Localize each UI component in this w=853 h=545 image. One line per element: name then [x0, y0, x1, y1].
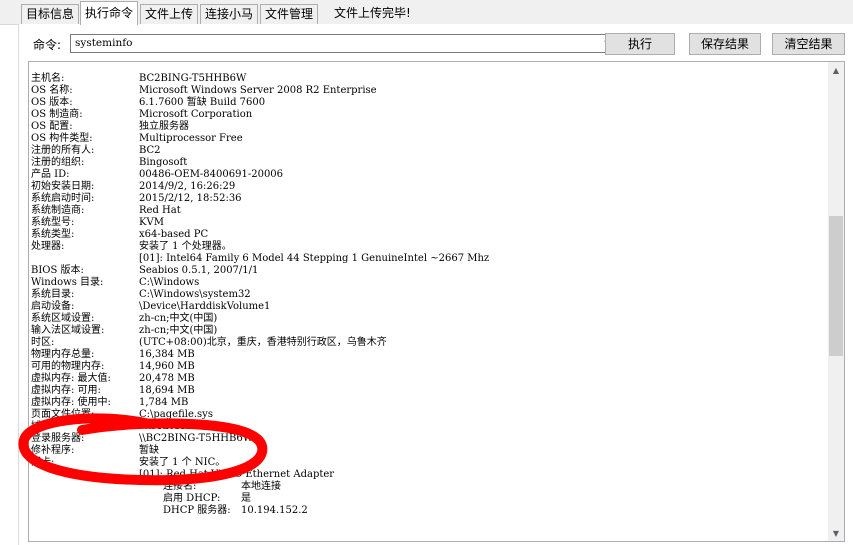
output-value: 10.194.152.2: [241, 505, 308, 516]
output-value: BC2: [139, 145, 161, 156]
output-key: 主机名:: [31, 73, 65, 84]
output-textarea[interactable]: 主机名: BC2BING-T5HHB6W OS 名称: Microsoft Windo…: [28, 61, 845, 542]
scroll-down-arrow-icon[interactable]: ▼: [828, 525, 844, 541]
output-value: 暂缺: [139, 445, 159, 456]
command-panel: 命令: systeminfo ▼ 执行 保存结果 清空结果 主机名: BC2BIN…: [18, 24, 853, 545]
output-value: 16,384 MB: [139, 349, 195, 360]
output-value: C:\Windows\system32: [139, 289, 251, 300]
output-key: 域:: [31, 421, 45, 432]
output-key: 虚拟内存: 可用:: [31, 385, 101, 396]
output-value: (UTC+08:00)北京，重庆，香港特别行政区，乌鲁木齐: [139, 337, 387, 348]
output-value: 6.1.7600 暂缺 Build 7600: [139, 97, 266, 108]
command-input[interactable]: systeminfo ▼: [70, 34, 616, 53]
output-key: OS 配置:: [31, 121, 73, 132]
tab-strip: 目标信息 执行命令 文件上传 连接小马 文件管理 文件上传完毕!: [0, 0, 853, 25]
output-value: [01]: Intel64 Family 6 Model 44 Stepping…: [139, 253, 490, 264]
output-key: 可用的物理内存:: [31, 361, 105, 372]
output-key: 系统型号:: [31, 217, 75, 228]
output-value: BC2BING-T5HHB6W: [139, 73, 247, 84]
output-key: 系统目录:: [31, 289, 75, 300]
output-key: 物理内存总量:: [31, 349, 95, 360]
output-key: 处理器:: [31, 241, 65, 252]
output-key: 时区:: [31, 337, 55, 348]
output-key: OS 名称:: [31, 85, 73, 96]
output-value: zh-cn;中文(中国): [139, 313, 218, 324]
tab-connect-shell[interactable]: 连接小马: [200, 4, 259, 24]
output-key: 初始安装日期:: [31, 181, 95, 192]
output-key: OS 版本:: [31, 97, 73, 108]
output-value: 18,694 MB: [139, 385, 195, 396]
execute-button[interactable]: 执行: [605, 33, 675, 55]
output-key: 系统制造商:: [31, 205, 85, 216]
scroll-thumb[interactable]: [829, 216, 843, 356]
vertical-scrollbar[interactable]: ▲ ▼: [828, 62, 844, 541]
output-value: 14,960 MB: [139, 361, 195, 372]
output-key: BIOS 版本:: [31, 265, 84, 276]
tab-file-upload[interactable]: 文件上传: [140, 4, 199, 24]
output-value: C:\pagefile.sys: [139, 409, 213, 420]
output-value: C:\Windows: [139, 277, 200, 288]
output-key: 页面文件位置:: [31, 409, 95, 420]
save-result-button[interactable]: 保存结果: [689, 33, 761, 55]
app-window: 目标信息 执行命令 文件上传 连接小马 文件管理 文件上传完毕! 命令: sys…: [0, 0, 853, 545]
output-key: 系统类型:: [31, 229, 75, 240]
output-value: 20,478 MB: [139, 373, 195, 384]
output-value: WORKGROUP: [139, 421, 212, 432]
output-key: 虚拟内存: 使用中:: [31, 397, 111, 408]
output-value: Multiprocessor Free: [139, 133, 243, 144]
output-key: 网卡:: [31, 457, 55, 468]
output-key: OS 构件类型:: [31, 133, 93, 144]
output-value: 安装了 1 个 NIC。: [139, 457, 226, 468]
tab-execute-command[interactable]: 执行命令: [80, 1, 139, 25]
output-key: 输入法区域设置:: [31, 325, 105, 336]
output-value: 2014/9/2, 16:26:29: [139, 181, 236, 192]
output-value: Microsoft Windows Server 2008 R2 Enterpr…: [139, 85, 377, 96]
output-value: Microsoft Corporation: [139, 109, 253, 120]
output-key: 系统区域设置:: [31, 313, 95, 324]
output-value: 是: [241, 493, 251, 504]
tab-target-info[interactable]: 目标信息: [21, 4, 80, 24]
output-value: Bingosoft: [139, 157, 188, 168]
output-value: \\BC2BING-T5HHB6W: [139, 433, 253, 444]
output-key: 登录服务器:: [31, 433, 85, 444]
output-value: \Device\HarddiskVolume1: [139, 301, 271, 312]
output-value: Red Hat: [139, 205, 181, 216]
output-key: 启用 DHCP:: [163, 493, 221, 504]
output-value: 2015/2/12, 18:52:36: [139, 193, 242, 204]
output-key: 产品 ID:: [31, 169, 70, 180]
output-key: 虚拟内存: 最大值:: [31, 373, 111, 384]
output-key: Windows 目录:: [31, 277, 104, 288]
output-key: 注册的所有人:: [31, 145, 95, 156]
command-value: systeminfo: [75, 37, 133, 49]
output-value: zh-cn;中文(中国): [139, 325, 218, 336]
output-key: 连接名:: [163, 481, 197, 492]
status-message: 文件上传完毕!: [334, 6, 411, 20]
tab-file-manager[interactable]: 文件管理: [260, 4, 319, 24]
output-value: KVM: [139, 217, 164, 228]
output-value: 00486-OEM-8400691-20006: [139, 169, 284, 180]
output-value: 1,784 MB: [139, 397, 189, 408]
scroll-up-arrow-icon[interactable]: ▲: [828, 62, 844, 78]
output-key: 系统启动时间:: [31, 193, 95, 204]
clear-result-button[interactable]: 清空结果: [772, 33, 845, 55]
command-label: 命令:: [33, 38, 62, 52]
output-value: x64-based PC: [139, 229, 209, 240]
output-value: 本地连接: [241, 481, 281, 492]
output-value: [01]: Red Hat VirtIO Ethernet Adapter: [139, 469, 335, 480]
output-key: 修补程序:: [31, 445, 75, 456]
output-key: OS 制造商:: [31, 109, 83, 120]
output-key: 启动设备:: [31, 301, 75, 312]
output-value: Seabios 0.5.1, 2007/1/1: [139, 265, 259, 276]
output-key: 注册的组织:: [31, 157, 85, 168]
output-value: 独立服务器: [139, 121, 189, 132]
output-value: 安装了 1 个处理器。: [139, 241, 232, 252]
output-key: DHCP 服务器:: [163, 505, 231, 516]
